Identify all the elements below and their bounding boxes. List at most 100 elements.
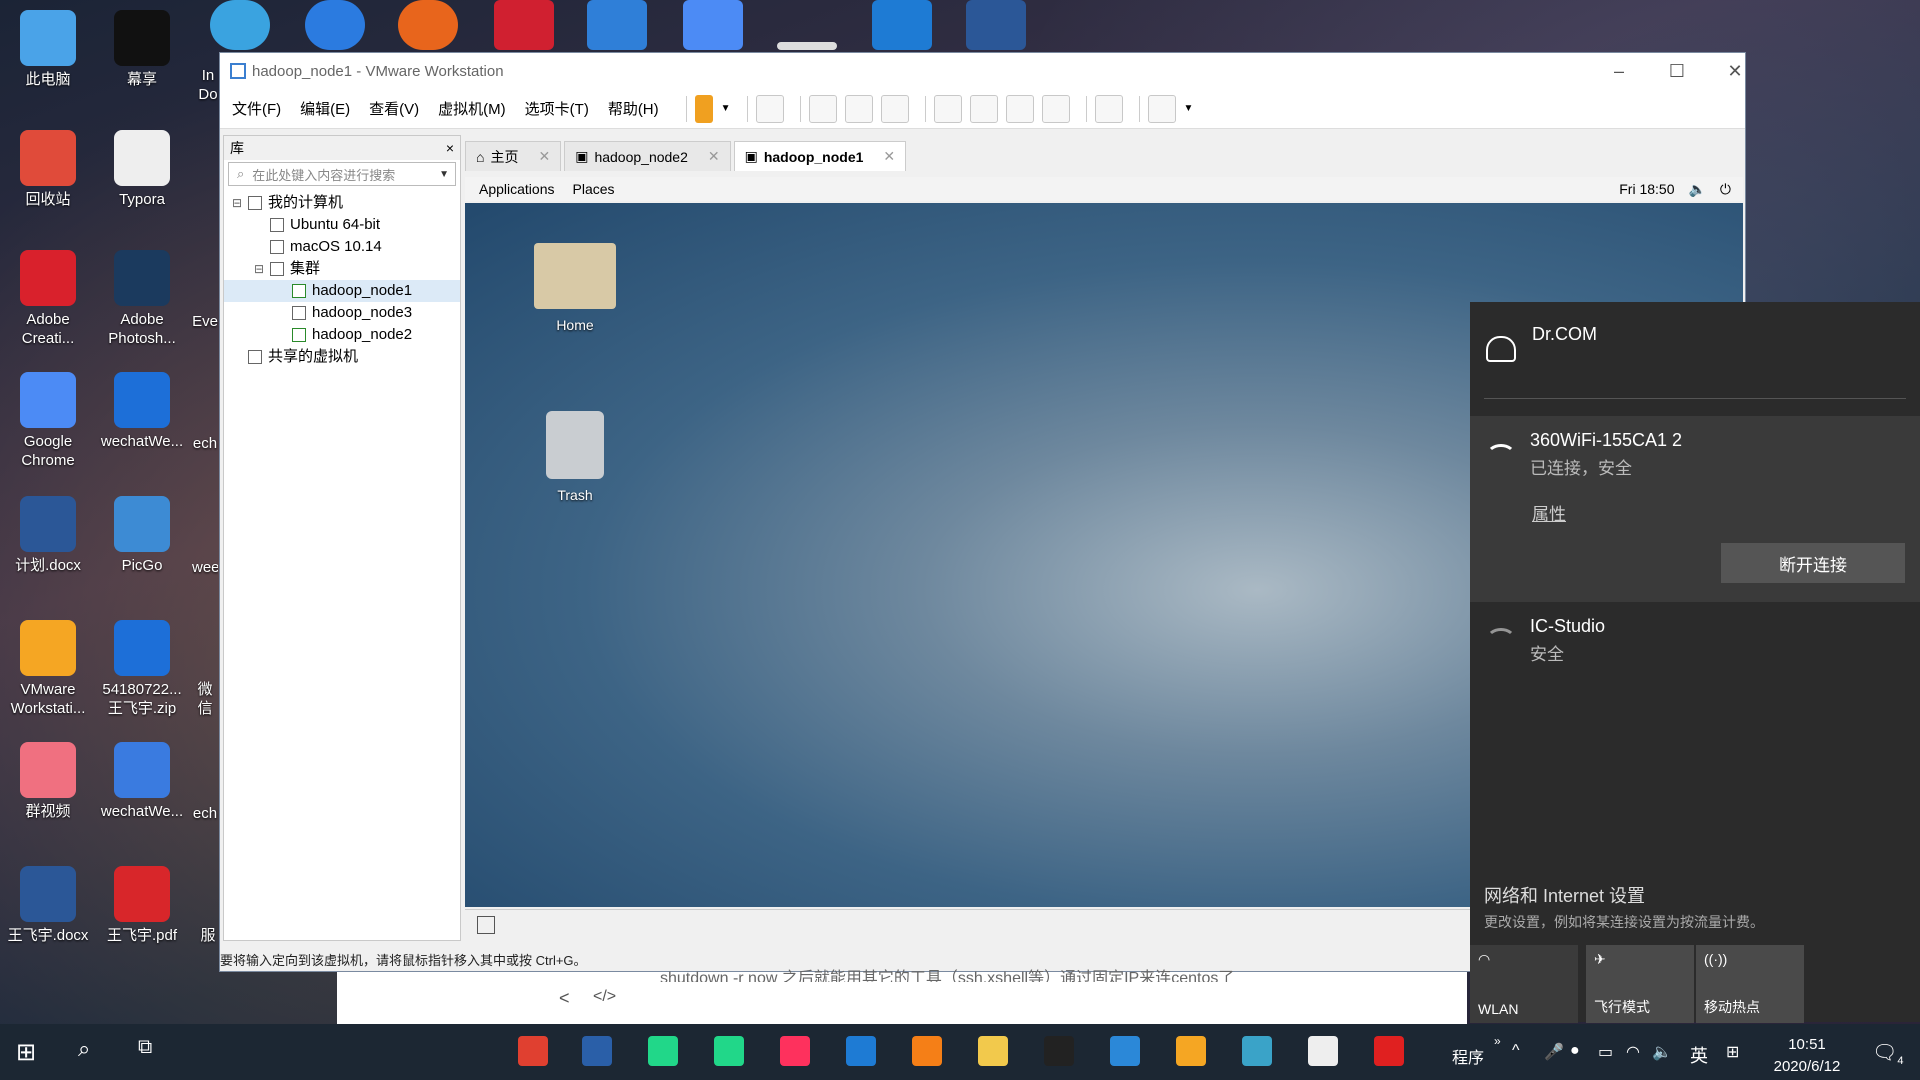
tab-hadoop-node2[interactable]: ▣ hadoop_node2 ✕ — [564, 141, 731, 171]
sublime-icon[interactable] — [912, 1036, 942, 1066]
desktop-icon[interactable]: 群视频 — [0, 742, 96, 821]
search-icon[interactable]: ⌕ — [78, 1036, 90, 1062]
tab-close-icon[interactable]: ✕ — [883, 148, 895, 165]
image-viewer-icon[interactable] — [1242, 1036, 1272, 1066]
show-library-icon[interactable] — [933, 94, 962, 123]
microphone-icon[interactable]: 🎤 — [1544, 1042, 1564, 1062]
power-icon[interactable]: ⏻ — [1720, 181, 1731, 198]
pause-dropdown-icon[interactable]: ▼ — [721, 103, 731, 114]
todo-icon[interactable] — [1110, 1036, 1140, 1066]
pycharm-icon[interactable] — [714, 1036, 744, 1066]
desktop-icon[interactable]: 王飞宇.docx — [0, 866, 96, 945]
unity-icon[interactable] — [1041, 94, 1070, 123]
fit-guest-icon[interactable] — [477, 916, 495, 934]
tree-item[interactable]: Ubuntu 64-bit — [224, 214, 460, 236]
network-tray-icon[interactable]: ◠ — [1626, 1042, 1640, 1062]
desktop-icon[interactable]: Typora — [94, 130, 190, 209]
search-dropdown-icon[interactable]: ▼ — [439, 169, 455, 180]
guest-places-menu[interactable]: Places — [573, 181, 615, 197]
properties-link[interactable]: 属性 — [1532, 500, 1566, 525]
desktop-icon[interactable]: wechatWe... — [94, 372, 190, 451]
snapshot-icon[interactable] — [808, 94, 837, 123]
desktop-icon-top-7[interactable] — [777, 42, 837, 50]
guest-trash-icon[interactable]: Trash — [525, 411, 625, 503]
guest-clock[interactable]: Fri 18:50 — [1619, 181, 1674, 198]
tray-label[interactable]: 程序 — [1452, 1044, 1484, 1068]
battery-icon[interactable]: ▭ — [1598, 1042, 1613, 1062]
mobile-hotspot-toggle[interactable]: ((·)) 移动热点 — [1696, 945, 1804, 1023]
desktop-icon[interactable]: PicGo — [94, 496, 190, 575]
tray-overflow-icon[interactable]: » — [1494, 1034, 1501, 1048]
library-search-input[interactable]: ⌕ 在此处键入内容进行搜索 ▼ — [228, 162, 456, 186]
menu-vm[interactable]: 虚拟机(M) — [438, 98, 506, 119]
revert-snapshot-icon[interactable] — [844, 94, 873, 123]
tree-item[interactable]: hadoop_node3 — [224, 302, 460, 324]
tree-item[interactable]: macOS 10.14 — [224, 236, 460, 258]
tab-close-icon[interactable]: ✕ — [538, 148, 550, 165]
tree-item[interactable]: hadoop_node2 — [224, 324, 460, 346]
nav-back-icon[interactable]: < — [559, 988, 570, 1009]
vscode-icon[interactable] — [872, 0, 932, 50]
youdao-icon[interactable] — [494, 0, 554, 50]
menu-edit[interactable]: 编辑(E) — [300, 98, 350, 119]
guest-home-icon[interactable]: Home — [525, 243, 625, 333]
minimize-button[interactable]: – — [1590, 53, 1648, 89]
menu-help[interactable]: 帮助(H) — [608, 98, 659, 119]
desktop-icon[interactable]: 回收站 — [0, 130, 96, 209]
console-icon[interactable] — [1094, 94, 1123, 123]
word-icon[interactable] — [966, 0, 1026, 50]
send-ctrl-alt-del-icon[interactable] — [755, 94, 784, 123]
typora-taskbar-icon[interactable] — [1308, 1036, 1338, 1066]
clock[interactable]: 10:51 2020/6/12 — [1762, 1034, 1852, 1078]
tree-item[interactable]: ⊟ 我的计算机 — [224, 192, 460, 214]
firefox-icon[interactable] — [398, 0, 458, 50]
desktop-icon-top-1[interactable] — [210, 0, 270, 50]
network-item-icstudio[interactable]: IC-Studio 安全 — [1470, 602, 1920, 672]
intellij-icon[interactable] — [780, 1036, 810, 1066]
volume-tray-icon[interactable]: 🔈 — [1652, 1042, 1672, 1062]
clion-icon[interactable] — [648, 1036, 678, 1066]
desktop-icon[interactable]: Adobe Creati... — [0, 250, 96, 348]
thumbnail-bar-icon[interactable] — [969, 94, 998, 123]
menu-file[interactable]: 文件(F) — [232, 98, 281, 119]
input-language[interactable]: 英 — [1690, 1042, 1708, 1068]
window-titlebar[interactable]: hadoop_node1 - VMware Workstation – ☐ ✕ — [220, 53, 1745, 89]
task-view-icon[interactable]: ⧉ — [138, 1036, 152, 1059]
maximize-button[interactable]: ☐ — [1648, 53, 1706, 89]
file-explorer-icon[interactable] — [978, 1036, 1008, 1066]
tree-item[interactable]: ⊟ 集群 — [224, 258, 460, 280]
desktop-icon[interactable]: VMware Workstati... — [0, 620, 96, 718]
code-view-icon[interactable]: </> — [593, 988, 616, 1006]
desktop-icon[interactable]: 计划.docx — [0, 496, 96, 575]
desktop-icon[interactable]: 此电脑 — [0, 10, 96, 89]
collapse-icon[interactable]: ⊟ — [232, 192, 248, 214]
library-close-icon[interactable]: × — [446, 140, 454, 156]
snapshot-manager-icon[interactable] — [880, 94, 909, 123]
menu-tabs[interactable]: 选项卡(T) — [525, 98, 589, 119]
qq-icon[interactable] — [1044, 1036, 1074, 1066]
guest-applications-menu[interactable]: Applications — [479, 181, 555, 197]
tree-item[interactable]: hadoop_node1 — [224, 280, 460, 302]
desktop-icon[interactable]: wechatWe... — [94, 742, 190, 821]
stretch-icon[interactable] — [1147, 94, 1176, 123]
desktop-icon-top-5[interactable] — [587, 0, 647, 50]
tree-item[interactable]: 共享的虚拟机 — [224, 346, 460, 368]
network-settings-link[interactable]: 网络和 Internet 设置 更改设置，例如将某连接设置为按流量计费。 — [1484, 882, 1764, 932]
desktop-icon[interactable]: Google Chrome — [0, 372, 96, 470]
desktop-icon[interactable]: 54180722... 王飞宇.zip — [94, 620, 190, 718]
pause-icon[interactable] — [694, 94, 713, 123]
qq-tray-icon[interactable]: ● — [1570, 1042, 1580, 1060]
close-button[interactable]: ✕ — [1706, 53, 1764, 89]
tab-hadoop-node1[interactable]: ▣ hadoop_node1 ✕ — [733, 141, 907, 171]
vscode-icon[interactable] — [846, 1036, 876, 1066]
desktop-icon[interactable]: 王飞宇.pdf — [94, 866, 190, 945]
tab-home[interactable]: ⌂ 主页 ✕ — [465, 141, 562, 171]
wlan-toggle[interactable]: ◠ WLAN — [1470, 945, 1578, 1023]
collapse-icon[interactable]: ⊟ — [254, 258, 270, 280]
recorder-icon[interactable] — [1374, 1036, 1404, 1066]
ime-mode-icon[interactable]: ⊞ — [1726, 1042, 1739, 1062]
start-button[interactable]: ⊞ — [16, 1038, 36, 1067]
desktop-icon-top-2[interactable] — [305, 0, 365, 50]
desktop-icon[interactable]: 幕享 — [94, 10, 190, 89]
menu-view[interactable]: 查看(V) — [369, 98, 419, 119]
